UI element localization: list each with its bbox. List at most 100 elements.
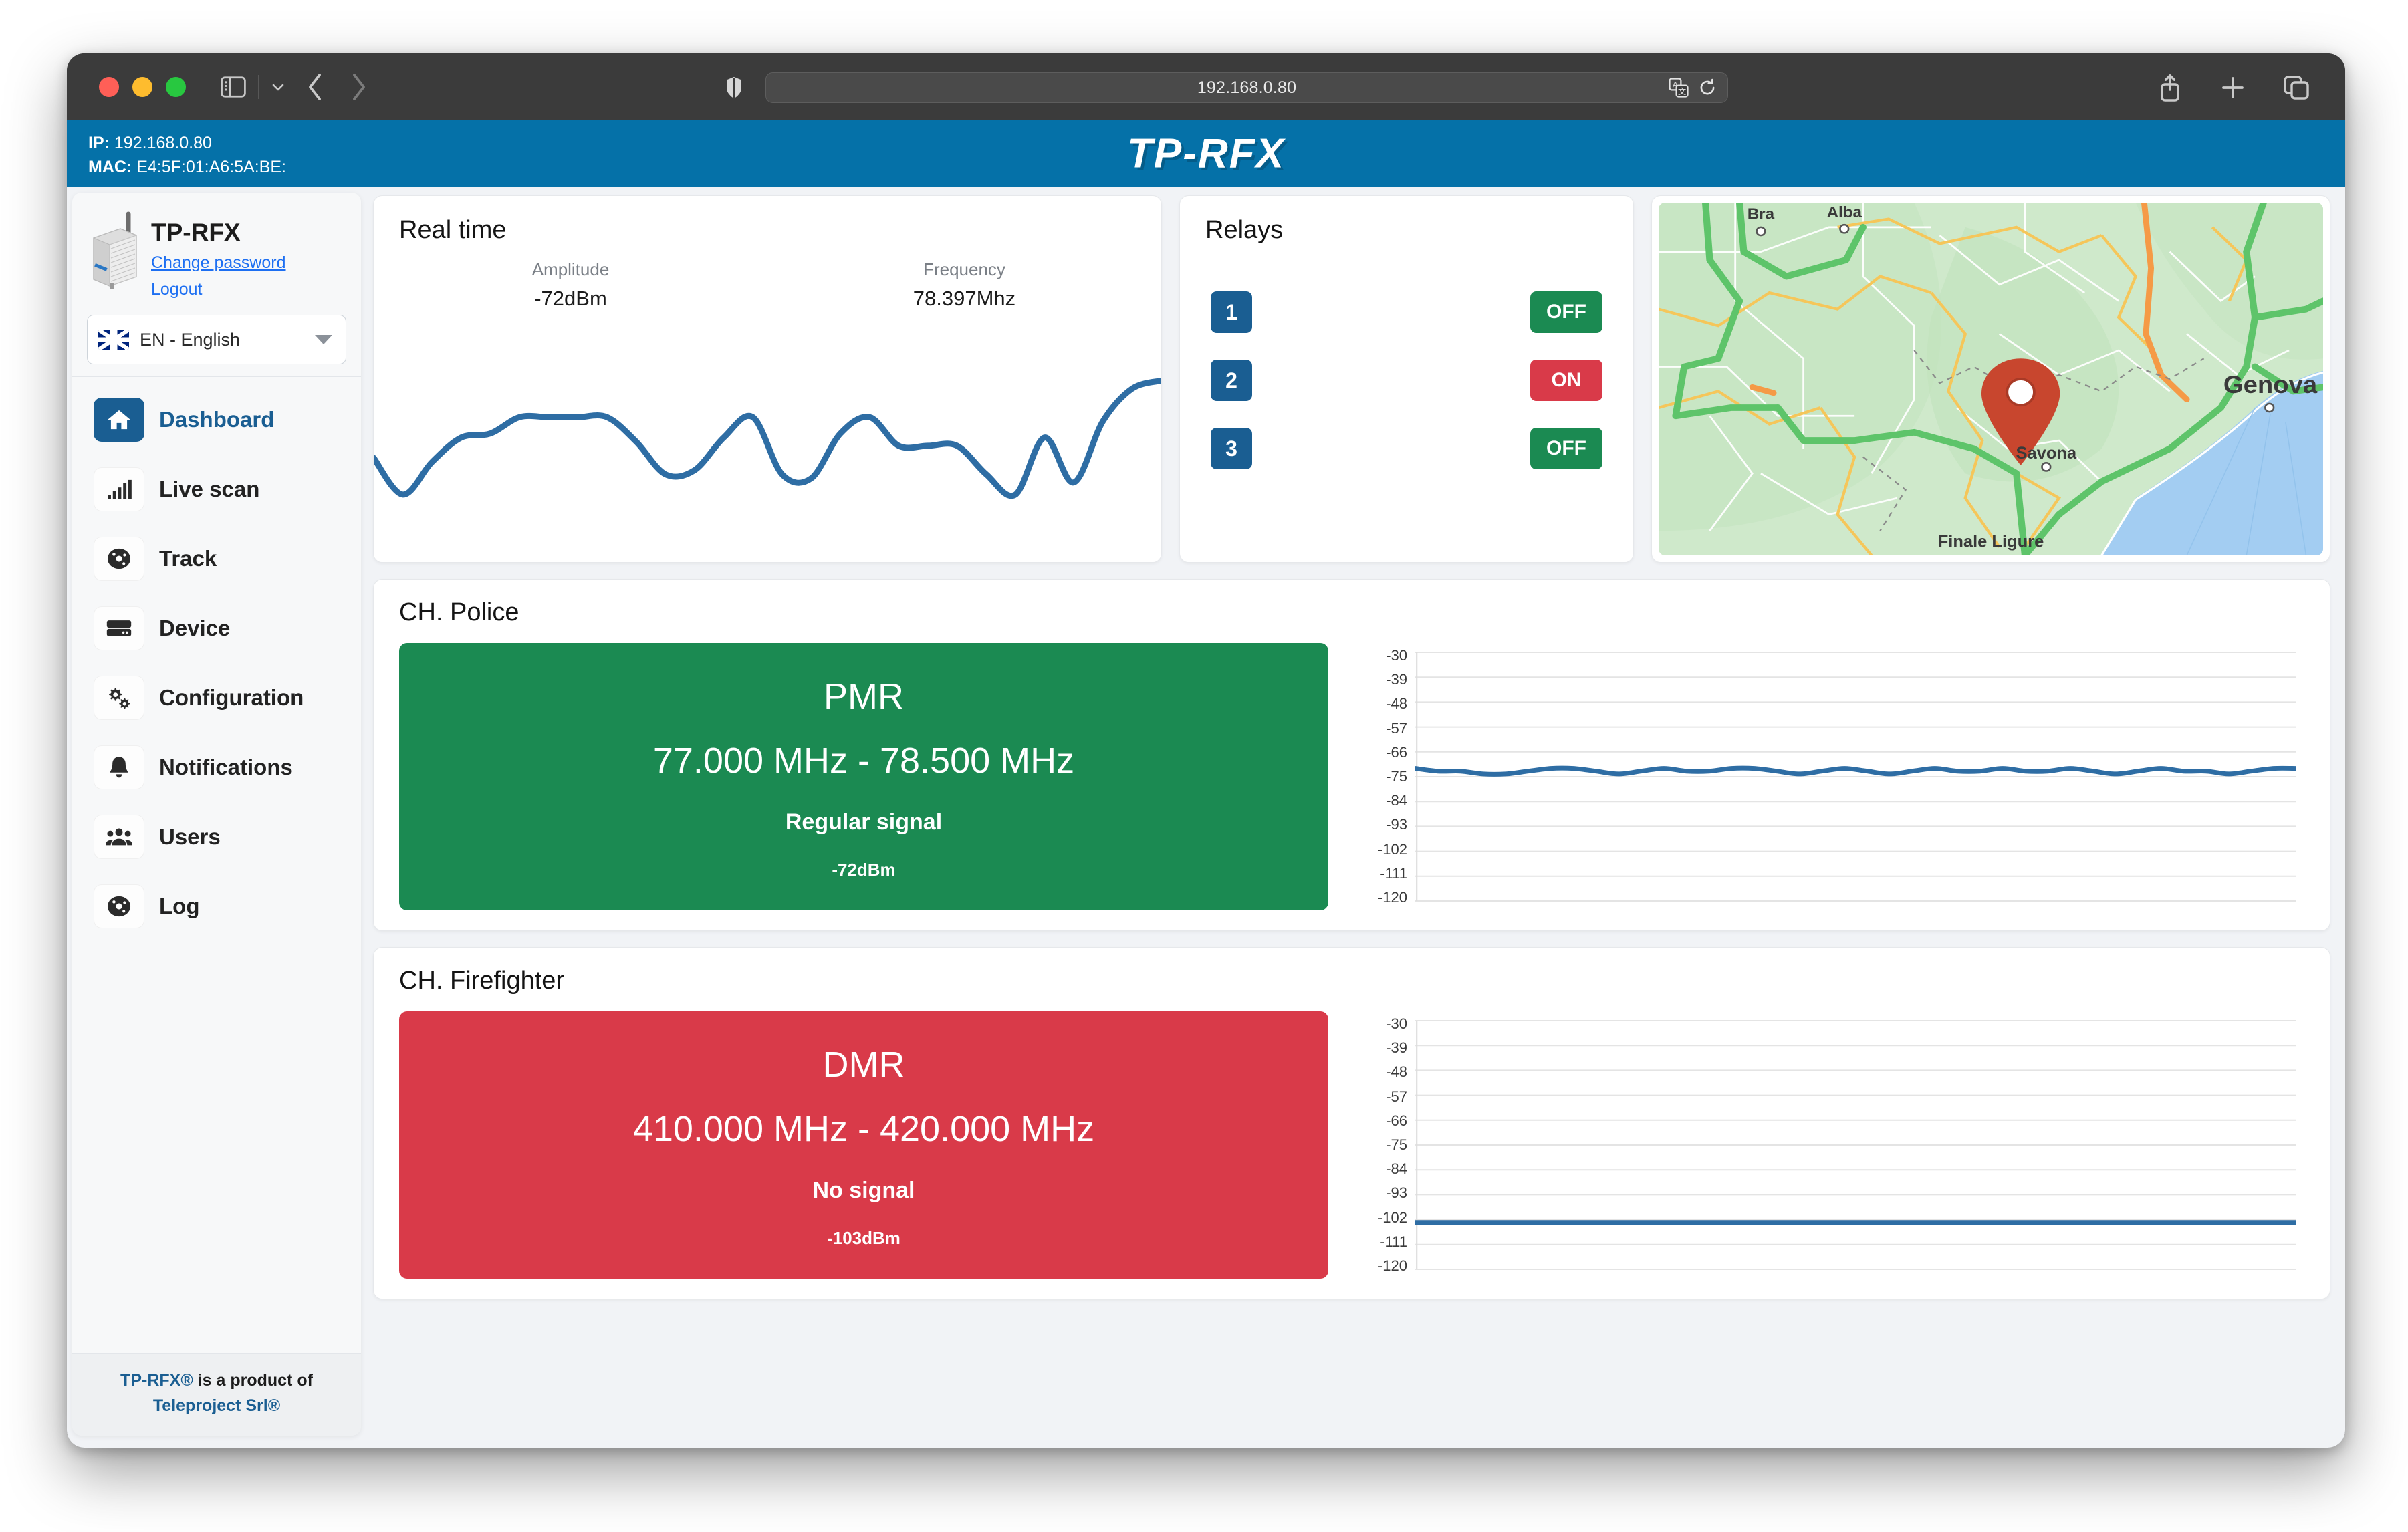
chart-plot-area — [1415, 643, 2296, 910]
desktop-background: 192.168.0.80 A文 IP: 192.168.0.80 MAC: E4… — [0, 0, 2408, 1532]
y-axis-tick: -84 — [1386, 1160, 1407, 1178]
frequency-stat: Frequency 78.397Mhz — [767, 259, 1161, 311]
chart-plot-area — [1415, 1011, 2296, 1279]
uk-flag-icon — [98, 330, 129, 350]
change-password-link[interactable]: Change password — [151, 253, 286, 273]
y-axis-tick: -48 — [1386, 695, 1407, 713]
realtime-title: Real time — [399, 216, 507, 244]
home-icon — [94, 398, 144, 442]
compass-icon — [94, 537, 144, 582]
sidebar-item-notifications[interactable]: Notifications — [83, 733, 350, 802]
sidebar-item-label: Configuration — [159, 685, 304, 711]
map-card[interactable]: Bra Alba Genova Savona Finale Ligure — [1651, 195, 2330, 563]
chevron-down-icon[interactable] — [270, 82, 286, 92]
y-axis-tick: -120 — [1377, 1257, 1407, 1274]
y-axis-tick: -30 — [1386, 1015, 1407, 1032]
channel-cards: CH. Police PMR 77.000 MHz - 78.500 MHz Regu… — [373, 579, 2330, 1299]
privacy-shield-icon[interactable] — [725, 76, 743, 99]
y-axis-tick: -102 — [1377, 840, 1407, 858]
sidebar-item-live-scan[interactable]: Live scan — [83, 455, 350, 524]
y-axis-tick: -39 — [1386, 1039, 1407, 1057]
y-axis-tick: -102 — [1377, 1208, 1407, 1226]
sidebar-item-configuration[interactable]: Configuration — [83, 663, 350, 733]
back-arrow-icon[interactable] — [306, 72, 325, 102]
url-text: 192.168.0.80 — [1197, 78, 1297, 97]
sidebar-toggle-icon[interactable] — [221, 76, 246, 98]
svg-text:Alba: Alba — [1827, 203, 1862, 221]
channel-signal-line — [1415, 765, 2296, 777]
y-axis-tick: -39 — [1386, 671, 1407, 688]
close-window-button[interactable] — [99, 77, 119, 97]
channel-signal-status: Regular signal — [785, 809, 943, 835]
toolbar-divider — [258, 75, 259, 99]
url-input[interactable]: 192.168.0.80 A文 — [765, 72, 1728, 103]
forward-arrow-icon[interactable] — [349, 72, 368, 102]
sidebar-item-users[interactable]: Users — [83, 802, 350, 872]
sidebar-item-label: Live scan — [159, 477, 260, 502]
mac-value: E4:5F:01:A6:5A:BE: — [136, 158, 286, 177]
ip-line: IP: 192.168.0.80 — [88, 131, 286, 155]
y-axis-tick: -93 — [1386, 816, 1407, 834]
relay-state-toggle[interactable]: ON — [1530, 360, 1602, 401]
relay-number: 3 — [1211, 428, 1252, 469]
sidebar-item-log[interactable]: Log — [83, 872, 350, 941]
sidebar-brand: TP-RFX Change password Logout — [72, 193, 361, 311]
language-select[interactable]: EN - English — [87, 315, 346, 365]
channel-title: CH. Police — [399, 598, 519, 626]
ip-value: 192.168.0.80 — [114, 134, 212, 152]
relay-row: 2 ON — [1211, 360, 1602, 401]
tab-overview-icon[interactable] — [2284, 76, 2309, 100]
translate-icon[interactable]: A文 — [1669, 78, 1689, 98]
sidebar-item-label: Notifications — [159, 755, 293, 780]
channel-signal-status: No signal — [812, 1178, 915, 1203]
channel-status-banner: PMR 77.000 MHz - 78.500 MHz Regular signal… — [399, 643, 1328, 910]
y-axis-tick: -66 — [1386, 1112, 1407, 1129]
top-cards-row: Real time Amplitude -72dBm Frequency 78.… — [373, 195, 2330, 563]
relay-row: 1 OFF — [1211, 291, 1602, 333]
bell-icon — [94, 745, 144, 790]
mac-label: MAC: — [88, 158, 132, 177]
map-view[interactable]: Bra Alba Genova Savona Finale Ligure — [1659, 203, 2323, 555]
url-trailing-icons: A文 — [1669, 78, 1717, 98]
channel-status-banner: DMR 410.000 MHz - 420.000 MHz No signal -10… — [399, 1011, 1328, 1279]
channel-dbm-value: -103dBm — [827, 1228, 900, 1248]
relay-state-toggle[interactable]: OFF — [1530, 428, 1602, 469]
brand-name: TP-RFX — [151, 219, 241, 246]
y-axis-tick: -57 — [1386, 719, 1407, 737]
logout-link[interactable]: Logout — [151, 279, 286, 300]
amplitude-value: -72dBm — [534, 287, 607, 310]
y-axis-tick: -111 — [1380, 864, 1407, 882]
frequency-label: Frequency — [923, 259, 1005, 279]
footer-brand: TP-RFX® — [120, 1371, 193, 1390]
svg-text:Bra: Bra — [1748, 205, 1775, 223]
chart-y-axis: -30 -39 -48 -57 -66 -75 -84 -93 -102 -111 -120 — [1355, 643, 1413, 910]
y-axis-tick: -120 — [1377, 888, 1407, 906]
ip-label: IP: — [88, 134, 110, 152]
share-icon[interactable] — [2158, 74, 2182, 102]
realtime-chart — [374, 342, 1161, 562]
compass-icon — [94, 884, 144, 929]
sidebar-divider — [72, 376, 361, 378]
amplitude-stat: Amplitude -72dBm — [374, 259, 767, 311]
relay-number: 1 — [1211, 291, 1252, 333]
svg-text:文: 文 — [1678, 86, 1686, 96]
sidebar-item-dashboard[interactable]: Dashboard — [83, 385, 350, 455]
window-controls[interactable] — [99, 77, 186, 97]
sidebar-item-track[interactable]: Track — [83, 524, 350, 594]
amplitude-label: Amplitude — [531, 259, 610, 279]
footer-company: Teleproject Srl® — [152, 1396, 281, 1415]
reload-icon[interactable] — [1698, 78, 1717, 97]
maximize-window-button[interactable] — [166, 77, 186, 97]
y-axis-tick: -57 — [1386, 1088, 1407, 1105]
channel-card: CH. Police PMR 77.000 MHz - 78.500 MHz Regu… — [373, 579, 2330, 931]
sidebar-item-label: Log — [159, 894, 200, 919]
relay-state-toggle[interactable]: OFF — [1530, 291, 1602, 333]
minimize-window-button[interactable] — [132, 77, 152, 97]
sidebar-item-device[interactable]: Device — [83, 594, 350, 663]
sidebar-brand-text: TP-RFX Change password Logout — [151, 210, 286, 300]
y-axis-tick: -66 — [1386, 743, 1407, 761]
channel-mode: DMR — [822, 1045, 905, 1085]
plus-icon[interactable] — [2221, 76, 2245, 100]
sidebar-nav: Dashboard Live scan Track Device Configu… — [72, 385, 361, 941]
chart-y-axis: -30 -39 -48 -57 -66 -75 -84 -93 -102 -111 -120 — [1355, 1011, 1413, 1279]
